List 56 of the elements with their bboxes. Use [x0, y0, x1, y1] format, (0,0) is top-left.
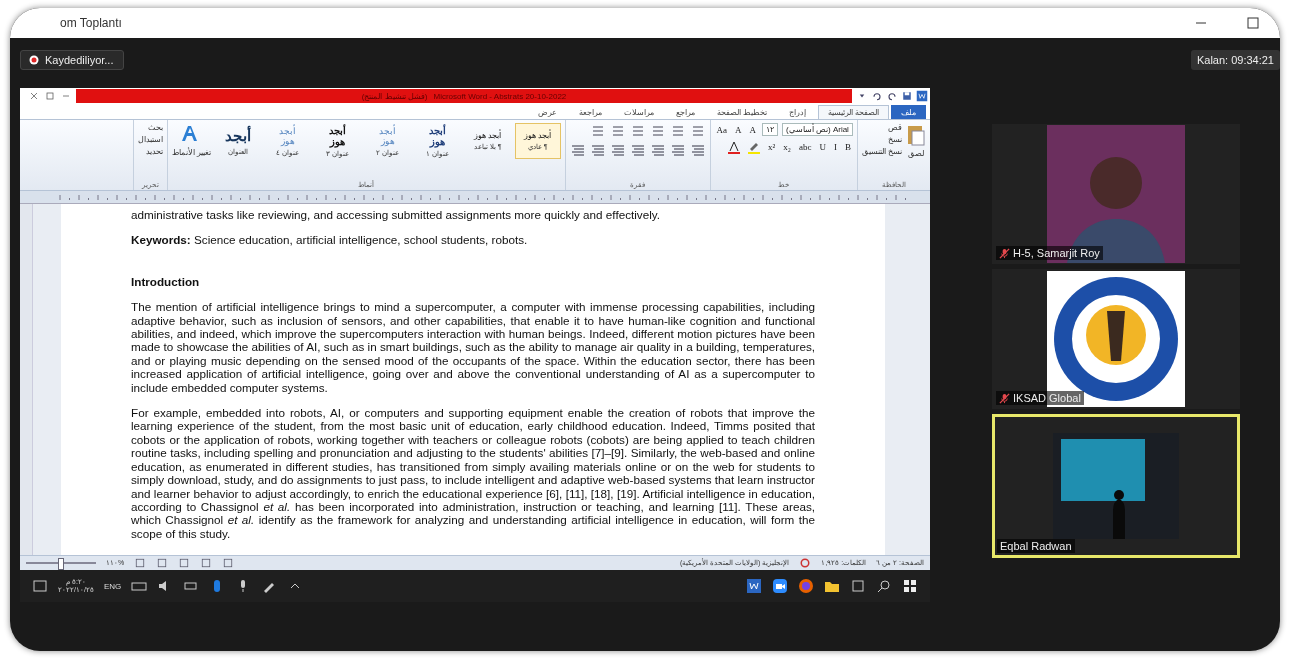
paragraph: Keywords: Science education, artificial intelligence, school students, robots.: [131, 233, 529, 247]
maximize-icon[interactable]: [1246, 16, 1260, 30]
ribbon-tab[interactable]: ملف: [891, 105, 926, 119]
format-button[interactable]: abc: [796, 142, 814, 152]
window-title: om Toplantı: [60, 16, 123, 30]
section-heading: Introduction: [131, 274, 201, 289]
search-icon[interactable]: [876, 578, 892, 594]
font-button[interactable]: A: [733, 124, 744, 135]
format-button[interactable]: I: [831, 142, 839, 152]
scrollbar[interactable]: [20, 204, 33, 555]
video-camera-icon[interactable]: [772, 578, 788, 594]
restore-icon[interactable]: [44, 90, 56, 102]
format-button[interactable]: x₂: [781, 142, 793, 152]
ribbon-tab[interactable]: عرض: [527, 105, 567, 119]
redo-icon[interactable]: [886, 90, 898, 102]
font-size-field[interactable]: ١٢: [762, 123, 779, 136]
close-icon[interactable]: [28, 90, 40, 102]
font-button[interactable]: A: [747, 124, 759, 135]
undo-icon[interactable]: [871, 90, 883, 102]
start-icon[interactable]: [902, 578, 918, 594]
paragraph: administrative tasks like reviewing, and accessing submitted assignments more quickly and effectively.: [131, 208, 661, 222]
task-view-icon[interactable]: [850, 578, 866, 594]
zoom-slider-thumb[interactable]: [57, 558, 64, 570]
participant-name: IKSAD Global: [1013, 392, 1081, 404]
format-button[interactable]: U: [817, 142, 828, 152]
font-button[interactable]: Aa: [714, 124, 730, 135]
video-tile[interactable]: Eqbal Radwan: [992, 414, 1240, 558]
paragraph: For example, embedded into robots, AI, or computers and supporting equipment enable the creation of robots that improve the learning experience of the student, from the most basic unit of education, early childhood education. Indeed, Timms posited that cobots or the application of robots, working together with teachers or colleague robots (cobots) are being applied to teach children routine tasks, including spelling and pronunciation and adjusting to the students' abilities [7]–[9]. Similarly, the web-based and online education, as enumerated in different studies, has transitioned from simply availing materials online or on the web for students to simply download, study, and do assignments to just pass, to include intelligent and adaptive web-based systems that learn instructor and learner behavior to adjust accordingly, to enrich the educational experience [6], [11], [18], [19]. Artificial intelligence in education, according to Chassignol et al. has been incorporated into administration, instruction or teaching, and learning [11]. These areas, which Chassignol et al. identify as the framework for analyzing and understanding artificial intelligence in education, will form the scope of this study.: [131, 406, 815, 541]
format-button[interactable]: x²: [766, 142, 778, 152]
browser-icon[interactable]: [798, 578, 814, 594]
participant-name: H-5, Samarjit Roy: [1013, 247, 1100, 259]
time-remaining: Kalan: 09:34:21: [1190, 50, 1280, 70]
ribbon-tab[interactable]: مراجعة: [568, 105, 612, 119]
muted-mic-icon: [999, 392, 1010, 404]
activation-note: (فشل تنشيط المنتج): [361, 91, 428, 101]
recording-indicator[interactable]: Kaydediliyor...: [20, 50, 125, 70]
save-icon[interactable]: [901, 90, 913, 102]
ribbon-tab[interactable]: إدراج: [778, 105, 816, 119]
ribbon-tab[interactable]: مراسلات: [613, 105, 664, 119]
video-tile[interactable]: IKSAD Global: [992, 269, 1240, 409]
font-name-field[interactable]: Arial (نص أساسي): [782, 123, 853, 136]
video-tile[interactable]: H-5, Samarjit Roy: [992, 124, 1240, 264]
muted-mic-icon: [999, 247, 1010, 259]
font-color-icon[interactable]: [726, 139, 743, 155]
justify-icon[interactable]: [649, 142, 666, 158]
participant-name: Eqbal Radwan: [1000, 540, 1072, 552]
ribbon-tab[interactable]: الصفحة الرئيسية: [817, 105, 889, 119]
ribbon-tab[interactable]: مراجع: [665, 105, 705, 119]
word-icon[interactable]: [746, 578, 762, 594]
paste-button[interactable]: لصق: [906, 123, 926, 158]
input-language[interactable]: ENG: [103, 581, 122, 591]
paragraph: The mention of artificial intelligence brings to mind a supercomputer, a computer with immense processing capabilities, including adaptive behavior, such as inclusion of sensors, and other capabilities, that enable it to have human-like cognition and functional abilities, and indeed, which improve the supercomputers interaction with human beings. Indeed, different motion pictures have been made to showcase the abilities of AI, such as in smart buildings, such as the ability to manage air quality in a building, temperatures, and or playing music depending on the sensed mood of the occupants of the space. Within the education sector, there has been increased application of artificial intelligence, going over and above the conventional understanding of AI as a supercomputer to include embedded computer systems.: [131, 300, 815, 395]
document-title: Microsoft Word - Abstrats 20-10-2022: [433, 91, 567, 101]
format-button[interactable]: B: [842, 142, 853, 152]
ribbon-tab[interactable]: تخطيط الصفحة: [706, 105, 777, 119]
word-app-icon[interactable]: [916, 90, 928, 102]
